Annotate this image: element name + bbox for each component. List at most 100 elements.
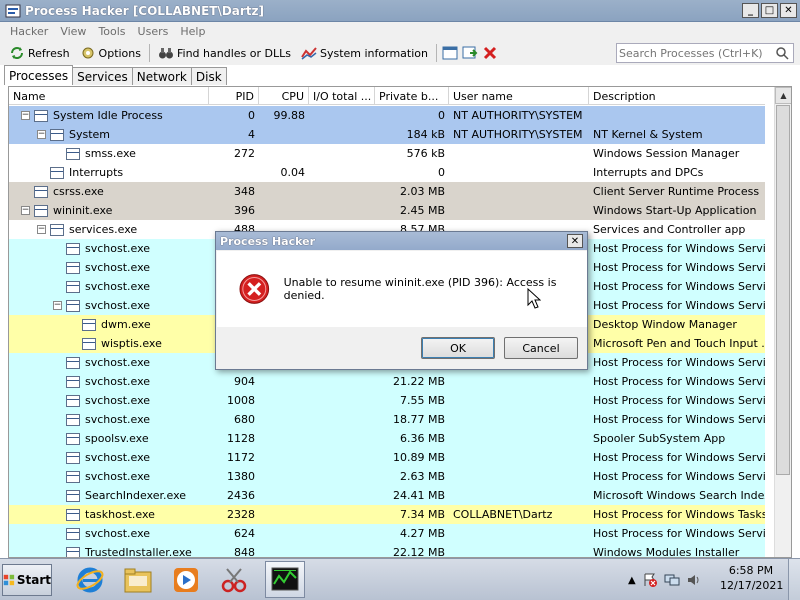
- process-pid-cell: 680: [234, 413, 255, 426]
- column-cpu[interactable]: CPU: [259, 87, 309, 105]
- system-information-label: System information: [319, 46, 428, 60]
- start-button[interactable]: Start: [2, 564, 52, 596]
- tab-services[interactable]: Services: [72, 67, 133, 85]
- find-handles-button[interactable]: Find handles or DLLs: [153, 42, 296, 64]
- tab-disk[interactable]: Disk: [190, 67, 227, 85]
- terminate-button[interactable]: [480, 43, 500, 63]
- ok-button[interactable]: OK: [421, 337, 495, 359]
- process-name-cell: Interrupts: [9, 163, 209, 182]
- taskbar-media-player[interactable]: [166, 561, 206, 598]
- process-row[interactable]: Interrupts 0.04 0 Interrupts and DPCs: [9, 163, 765, 182]
- network-icon[interactable]: [664, 572, 680, 588]
- process-row[interactable]: spoolsv.exe 1128 6.36 MB Spooler SubSystem …: [9, 429, 765, 448]
- system-information-button[interactable]: System information: [296, 42, 433, 64]
- process-name: smss.exe: [85, 147, 136, 160]
- process-row[interactable]: TrustedInstaller.exe 848 22.12 MB Windows M…: [9, 543, 765, 558]
- process-priv-cell: 0: [438, 166, 445, 179]
- column-pid[interactable]: PID: [209, 87, 259, 105]
- process-io-cell: [309, 163, 375, 182]
- scroll-thumb[interactable]: [776, 105, 790, 475]
- collapse-toggle-icon[interactable]: −: [37, 225, 46, 234]
- show-hidden-icons-icon[interactable]: ▲: [628, 575, 636, 586]
- taskbar-explorer[interactable]: [118, 561, 158, 598]
- process-row[interactable]: svchost.exe 680 18.77 MB Host Process for W…: [9, 410, 765, 429]
- process-name-cell: spoolsv.exe: [9, 429, 209, 448]
- search-input[interactable]: [617, 44, 775, 62]
- collapse-toggle-icon[interactable]: −: [53, 301, 62, 310]
- close-button[interactable]: ✕: [780, 3, 797, 18]
- collapse-toggle-icon[interactable]: −: [37, 130, 46, 139]
- scroll-up-arrow[interactable]: ▲: [775, 87, 791, 104]
- dialog-close-button[interactable]: ✕: [567, 234, 583, 248]
- menu-tools[interactable]: Tools: [92, 25, 131, 38]
- process-icon: [66, 546, 80, 557]
- column-private-bytes[interactable]: Private b...: [375, 87, 449, 105]
- process-name: TrustedInstaller.exe: [85, 546, 192, 558]
- process-row[interactable]: taskhost.exe 2328 7.34 MB COLLABNET\Dartz Ho…: [9, 505, 765, 524]
- menu-users[interactable]: Users: [132, 25, 175, 38]
- tab-network[interactable]: Network: [131, 67, 192, 85]
- search-box[interactable]: [616, 43, 794, 63]
- process-row[interactable]: − wininit.exe 396 2.45 MB Windows Start-Up A…: [9, 201, 765, 220]
- process-cpu-cell: [259, 391, 309, 410]
- column-name[interactable]: Name: [9, 87, 209, 105]
- process-row[interactable]: svchost.exe 624 4.27 MB Host Process for Wi…: [9, 524, 765, 543]
- process-row[interactable]: smss.exe 272 576 kB Windows Session Manager: [9, 144, 765, 163]
- cancel-button[interactable]: Cancel: [504, 337, 578, 359]
- column-description[interactable]: Description: [589, 87, 765, 105]
- process-name-cell: svchost.exe: [9, 372, 209, 391]
- tab-processes[interactable]: Processes: [4, 65, 74, 85]
- minimize-button[interactable]: _: [742, 3, 759, 18]
- process-desc-cell: Host Process for Windows Services: [593, 527, 765, 540]
- process-pid-cell: 1172: [227, 451, 255, 464]
- process-name-cell: svchost.exe: [9, 410, 209, 429]
- process-name-cell: svchost.exe: [9, 524, 209, 543]
- process-priv-cell: 24.41 MB: [392, 489, 445, 502]
- collapse-toggle-icon[interactable]: −: [21, 111, 30, 120]
- process-name-cell: taskhost.exe: [9, 505, 209, 524]
- process-io-cell: [309, 125, 375, 144]
- process-row[interactable]: svchost.exe 1008 7.55 MB Host Process for W…: [9, 391, 765, 410]
- app-icon: [5, 4, 21, 17]
- process-row[interactable]: svchost.exe 1172 10.89 MB Host Process for …: [9, 448, 765, 467]
- process-icon: [82, 337, 96, 350]
- options-button[interactable]: Options: [75, 42, 146, 64]
- menu-hacker[interactable]: Hacker: [4, 25, 54, 38]
- menu-view[interactable]: View: [54, 25, 92, 38]
- column-user-name[interactable]: User name: [449, 87, 589, 105]
- process-priv-cell: 22.12 MB: [392, 546, 445, 558]
- process-row[interactable]: svchost.exe 1380 2.63 MB Host Process for W…: [9, 467, 765, 486]
- window-icon-button[interactable]: [440, 43, 460, 63]
- column-io-total[interactable]: I/O total ...: [309, 87, 375, 105]
- process-name: svchost.exe: [85, 242, 151, 255]
- collapse-toggle-icon[interactable]: −: [21, 206, 30, 215]
- process-name: Interrupts: [69, 166, 124, 179]
- clock[interactable]: 6:58 PM 12/17/2021: [720, 563, 783, 593]
- action-center-icon[interactable]: [642, 572, 658, 588]
- process-name: svchost.exe: [85, 451, 151, 464]
- taskbar-snipping-tool[interactable]: [214, 561, 254, 598]
- clock-time: 6:58 PM: [728, 564, 774, 577]
- process-pid-cell: 1128: [227, 432, 255, 445]
- process-cpu-cell: [259, 505, 309, 524]
- vertical-scrollbar[interactable]: ▲: [774, 87, 791, 557]
- menu-help[interactable]: Help: [174, 25, 211, 38]
- process-name-cell: dwm.exe: [9, 315, 209, 334]
- process-row[interactable]: csrss.exe 348 2.03 MB Client Server Runtime…: [9, 182, 765, 201]
- process-name: svchost.exe: [85, 375, 151, 388]
- process-desc-cell: Host Process for Windows Services: [593, 451, 765, 464]
- process-row[interactable]: svchost.exe 904 21.22 MB Host Process for W…: [9, 372, 765, 391]
- process-user-cell: [449, 182, 589, 201]
- process-row[interactable]: − System 4 184 kB NT AUTHORITY\SYSTEM NT Kern…: [9, 125, 765, 144]
- process-row[interactable]: SearchIndexer.exe 2436 24.41 MB Microsoft W…: [9, 486, 765, 505]
- show-desktop-button[interactable]: [788, 559, 800, 600]
- taskbar-process-hacker[interactable]: [265, 561, 305, 598]
- title-bar[interactable]: Process Hacker [COLLABNET\Dartz] _ □ ✕: [0, 0, 800, 22]
- maximize-button[interactable]: □: [761, 3, 778, 18]
- window-arrow-button[interactable]: [460, 43, 480, 63]
- process-icon: [66, 489, 80, 502]
- refresh-button[interactable]: Refresh: [4, 42, 75, 64]
- volume-icon[interactable]: [686, 572, 702, 588]
- taskbar-internet-explorer[interactable]: [70, 561, 110, 598]
- process-row[interactable]: − System Idle Process 0 99.88 0 NT AUTHORITY\…: [9, 106, 765, 125]
